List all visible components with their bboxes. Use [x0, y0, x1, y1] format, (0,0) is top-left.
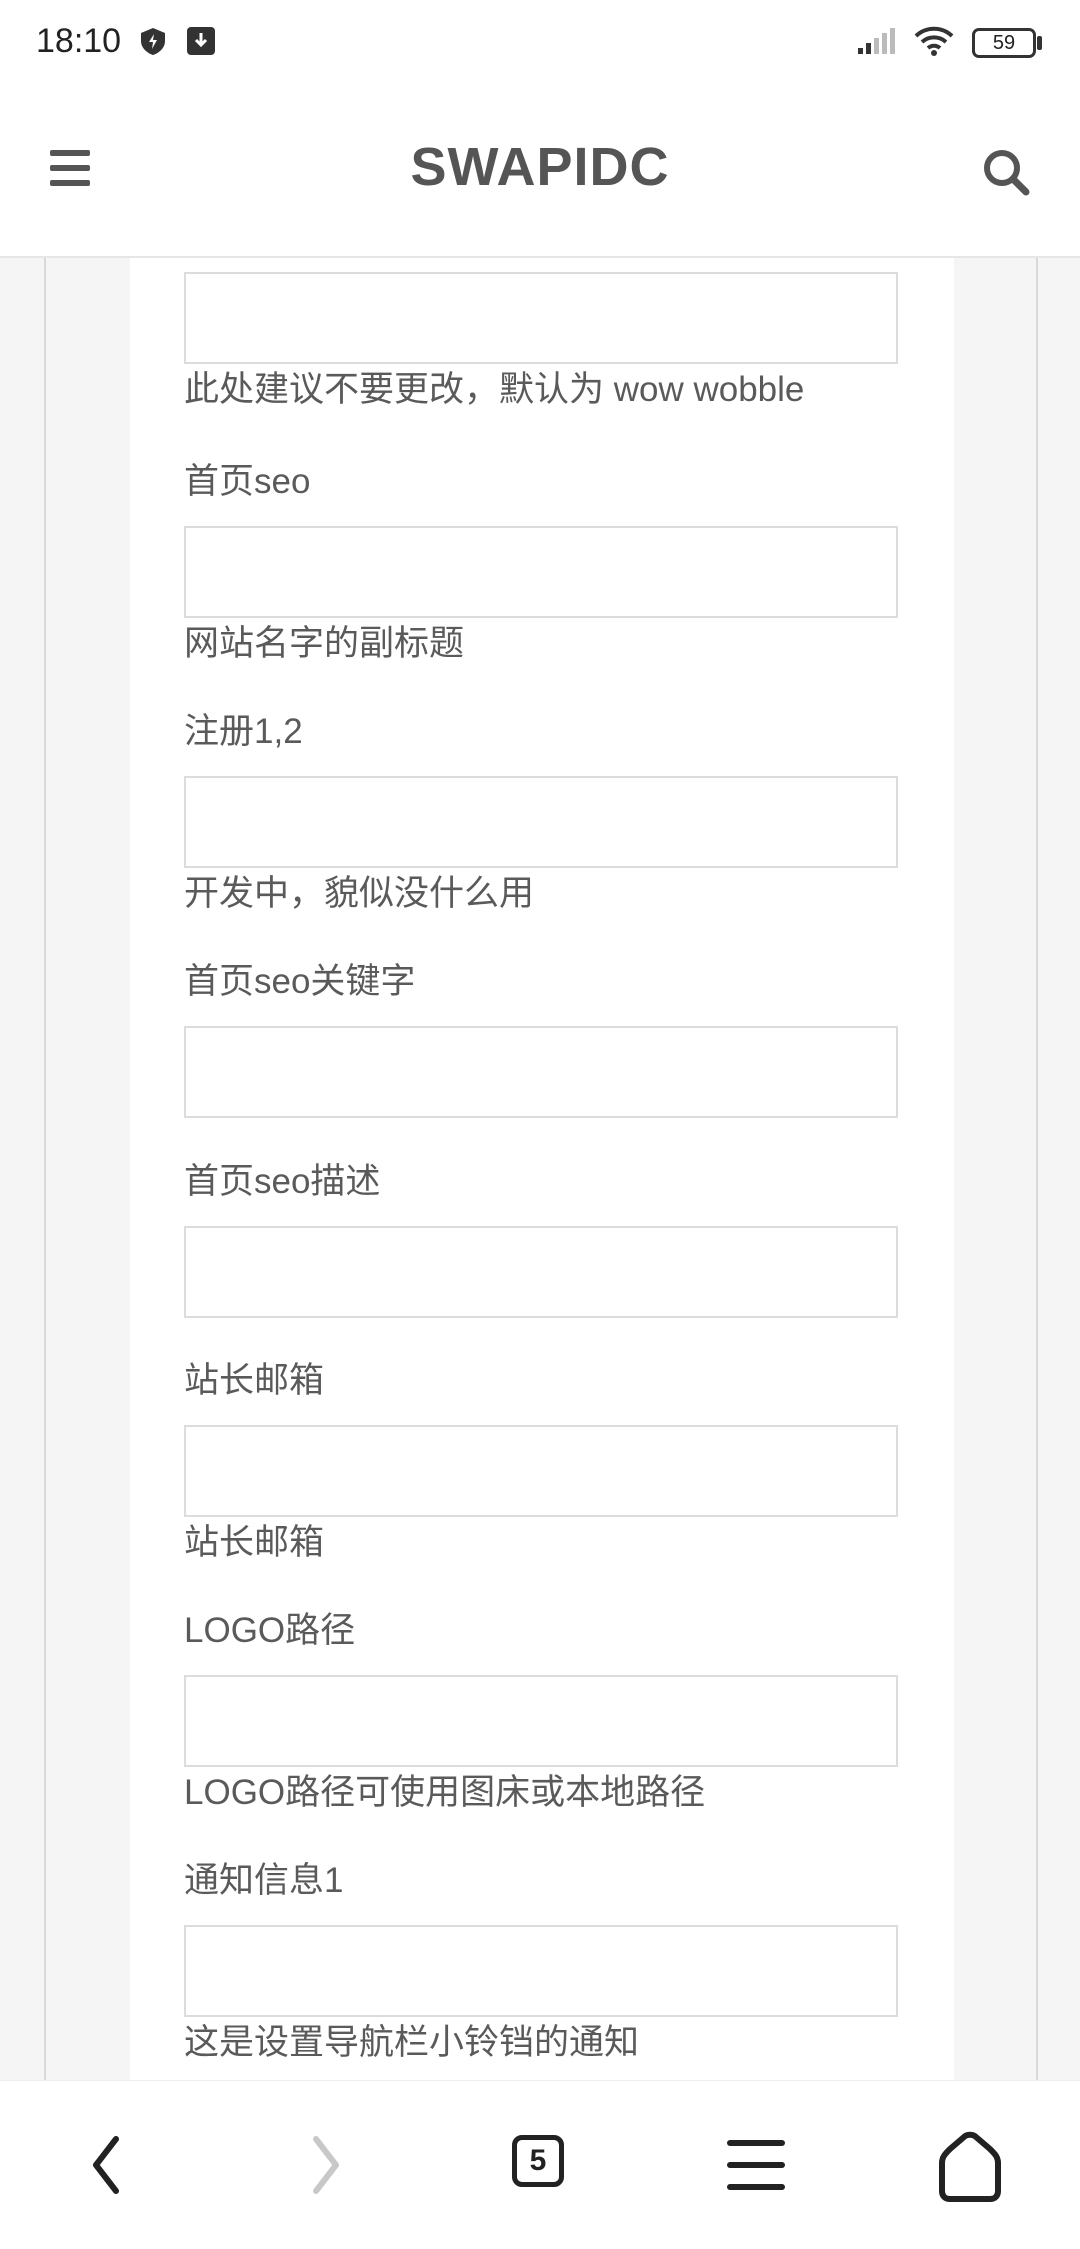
field-label: 首页seo [184, 462, 311, 501]
site-header: SWAPIDC [0, 88, 1080, 258]
frame-divider-right [1036, 258, 1038, 2080]
site-title[interactable]: SWAPIDC [0, 136, 1080, 198]
tabs-icon[interactable]: 5 [512, 2135, 564, 2187]
home-icon[interactable] [934, 2129, 1006, 2205]
browser-bottom-bar: 5 [0, 2080, 1080, 2249]
form-field-admin-email: 站长邮箱 站长邮箱 [184, 1357, 898, 1567]
download-icon [187, 27, 215, 55]
field-help-text: 站长邮箱 [184, 1523, 325, 1562]
form-field-seo-description: 首页seo描述 [184, 1158, 898, 1318]
battery-level: 59 [992, 32, 1016, 54]
field-label: 通知信息1 [184, 1861, 344, 1900]
form-field-notice-1: 通知信息1 这是设置导航栏小铃铛的通知 [184, 1857, 898, 2067]
seo-description-input[interactable] [184, 1226, 898, 1318]
forward-icon[interactable] [288, 2129, 360, 2201]
notice-1-input[interactable] [184, 1925, 898, 2017]
logo-path-input[interactable] [184, 1675, 898, 1767]
field-help-text: 网站名字的副标题 [184, 624, 465, 663]
back-icon[interactable] [72, 2129, 144, 2201]
admin-email-input[interactable] [184, 1425, 898, 1517]
seo-keywords-input[interactable] [184, 1026, 898, 1118]
field-help-text: LOGO路径可使用图床或本地路径 [184, 1773, 706, 1812]
field-label: 注册1,2 [184, 712, 303, 751]
form-field-seo-keywords: 首页seo关键字 [184, 958, 898, 1118]
signal-icon [858, 28, 895, 54]
theme-input[interactable] [184, 272, 898, 364]
field-label: LOGO路径 [184, 1611, 356, 1650]
field-label: 站长邮箱 [184, 1361, 325, 1400]
battery-tip [1037, 36, 1042, 50]
battery-icon: 59 [972, 28, 1036, 58]
form-field-register: 注册1,2 开发中，貌似没什么用 [184, 708, 898, 918]
field-help-text: 开发中，貌似没什么用 [184, 874, 535, 913]
search-icon[interactable] [980, 146, 1032, 198]
status-time: 18:10 [36, 22, 122, 60]
field-label: 首页seo描述 [184, 1162, 381, 1201]
form-field-seo-subtitle: 首页seo 网站名字的副标题 [184, 458, 898, 668]
register-input[interactable] [184, 776, 898, 868]
form-field-logo-path: LOGO路径 LOGO路径可使用图床或本地路径 [184, 1607, 898, 1817]
shield-icon [141, 28, 165, 55]
field-help-text: 这是设置导航栏小铃铛的通知 [184, 2023, 640, 2062]
form-field-theme: 此处建议不要更改，默认为 wow wobble [184, 272, 898, 414]
status-bar: 18:10 59 [0, 0, 1080, 88]
field-label: 首页seo关键字 [184, 962, 416, 1001]
frame-divider-left [44, 258, 46, 2080]
menu-icon[interactable] [720, 2129, 792, 2201]
field-help-text: 此处建议不要更改，默认为 wow wobble [184, 370, 805, 409]
wifi-icon [914, 26, 954, 56]
seo-subtitle-input[interactable] [184, 526, 898, 618]
tab-count: 5 [529, 2144, 547, 2177]
